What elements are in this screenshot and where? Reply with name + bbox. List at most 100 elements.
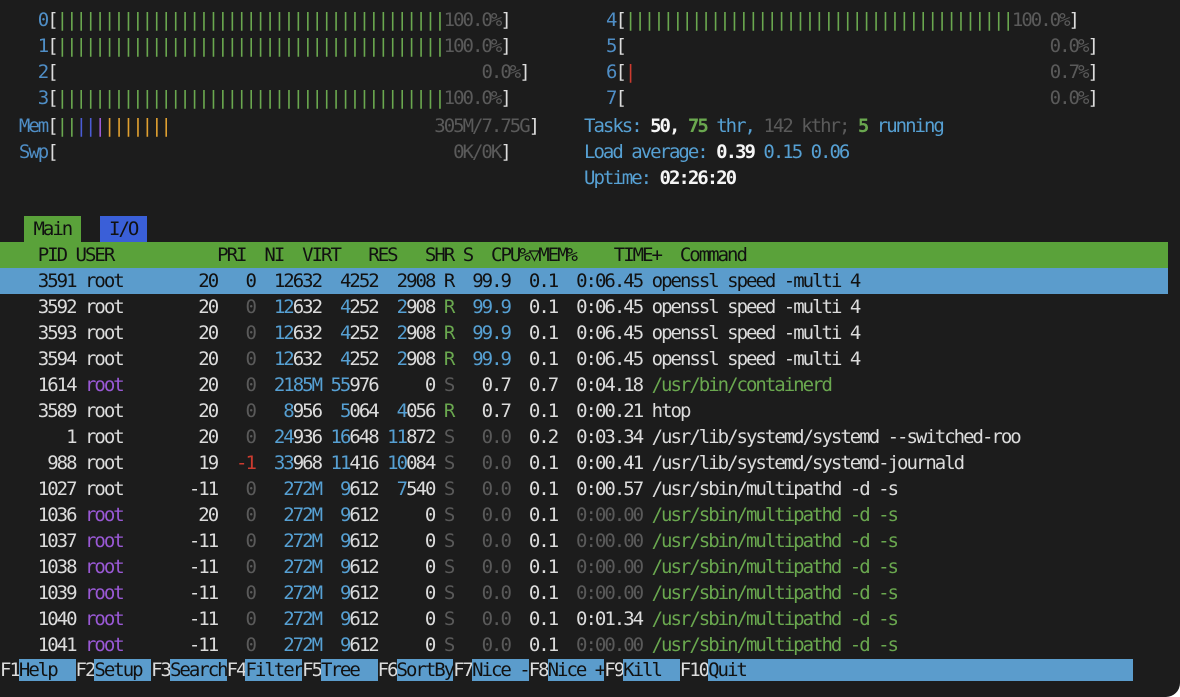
fkey-key: F10 [679, 659, 710, 681]
virt-cell: 272M [283, 582, 323, 604]
res-cell: 9612 [339, 530, 380, 552]
fkey-kill-button[interactable]: F9Kill [604, 659, 680, 681]
pri-cell: -11 [179, 634, 219, 656]
virt-cell: 272M [283, 608, 323, 630]
cpu-cell: 0.0 [462, 426, 512, 448]
res-cell: 9612 [339, 556, 380, 578]
tab-main[interactable]: Main [24, 216, 81, 242]
res-cell: 4252 [339, 296, 380, 318]
shr-cell: 10084 [387, 452, 436, 474]
process-row[interactable]: 1037 root -11 0 272M 9612 0 S 0.0 0.1 0:… [0, 528, 899, 554]
user-cell: root [84, 530, 170, 552]
res-cell: 11416 [330, 452, 380, 474]
fkey-quit-button[interactable]: F10Quit [680, 659, 765, 681]
process-row[interactable]: 3594 root 20 0 12632 4252 2908 R 99.9 0.… [0, 346, 862, 372]
fkey-search-button[interactable]: F3Search [151, 659, 229, 681]
process-row[interactable]: 1041 root -11 0 272M 9612 0 S 0.0 0.1 0:… [0, 632, 899, 658]
time-cell: 0:00.00 [566, 634, 644, 656]
col-user[interactable]: USER [76, 244, 116, 266]
process-row[interactable]: 1039 root -11 0 272M 9612 0 S 0.0 0.1 0:… [0, 580, 899, 606]
process-table-header[interactable]: PID USER PRI NI VIRT RES SHR S CPU%▽MEM%… [0, 242, 1168, 268]
ni-cell: 0 [226, 504, 256, 526]
state-cell: R [443, 270, 456, 292]
function-key-bar: F1Help F2Setup F3SearchF4FilterF5Tree F6… [0, 657, 1133, 683]
user-cell: root [84, 296, 170, 318]
col-mem[interactable]: MEM% [538, 244, 578, 266]
user-cell: root [84, 374, 170, 396]
pid-cell: 1041 [0, 634, 78, 656]
tab-io[interactable]: I/O [99, 216, 147, 242]
col-s[interactable]: S [463, 244, 475, 266]
cpu-cell: 99.9 [462, 348, 512, 370]
process-row[interactable]: 3592 root 20 0 12632 4252 2908 R 99.9 0.… [0, 294, 862, 320]
pri-cell: 19 [179, 452, 219, 474]
pri-cell: 20 [179, 426, 219, 448]
mem-cell: 0.2 [519, 426, 559, 448]
ni-cell: 0 [226, 296, 256, 318]
process-row[interactable]: 988 root 19 -1 33968 11416 10084 S 0.0 0… [0, 450, 965, 476]
fkey-nice-button[interactable]: F8Nice + [529, 659, 606, 681]
col-cpu[interactable]: CPU%▽ [491, 244, 540, 266]
command-cell: /usr/sbin/multipathd -d -s [651, 556, 899, 578]
process-row[interactable]: 1 root 20 0 24936 16648 11872 S 0.0 0.2 … [0, 424, 1022, 450]
fkey-help-button[interactable]: F1Help [0, 659, 76, 681]
state-cell: S [443, 608, 456, 630]
process-row[interactable]: 1027 root -11 0 272M 9612 7540 S 0.0 0.1… [0, 476, 899, 502]
process-row[interactable]: 1040 root -11 0 272M 9612 0 S 0.0 0.1 0:… [0, 606, 899, 632]
fkey-label: Quit [708, 659, 765, 681]
pid-cell: 1 [0, 426, 77, 448]
fkey-sortby-button[interactable]: F6SortBy [378, 659, 455, 681]
cpu-meter-1: 1[||||||||||||||||||||||||||||||||||||||… [37, 35, 512, 57]
shr-cell: 0 [387, 556, 436, 578]
process-row[interactable]: 1036 root 20 0 272M 9612 0 S 0.0 0.1 0:0… [0, 502, 899, 528]
process-row[interactable]: 3589 root 20 0 8956 5064 4056 R 0.7 0.1 … [0, 398, 692, 424]
fkey-label: Search [169, 659, 229, 681]
fkey-filter-button[interactable]: F4Filter [227, 659, 304, 681]
user-cell: root [84, 452, 170, 474]
process-row-selected[interactable]: 3591 root 20 0 12632 4252 2908 R 99.9 0.… [0, 268, 1168, 294]
process-row[interactable]: 1614 root 20 0 2185M 55976 0 S 0.7 0.7 0… [0, 372, 833, 398]
col-shr[interactable]: SHR [425, 244, 455, 266]
shr-cell: 0 [387, 634, 436, 656]
mem-meter: Mem[|||||||||||| 305M/7.75G] [18, 115, 540, 137]
ni-cell: 0 [226, 582, 256, 604]
user-cell: root [84, 270, 170, 292]
command-cell: /usr/lib/systemd/systemd-journald [651, 452, 965, 474]
pid-cell: 1614 [0, 374, 78, 396]
res-cell: 4252 [339, 270, 380, 292]
process-row[interactable]: 1038 root -11 0 272M 9612 0 S 0.0 0.1 0:… [0, 554, 899, 580]
time-cell: 0:03.34 [566, 426, 644, 448]
fkey-nice-button[interactable]: F7Nice - [453, 659, 531, 681]
col-res[interactable]: RES [368, 244, 398, 266]
pid-cell: 3591 [0, 270, 78, 292]
col-command[interactable]: Command [680, 244, 748, 266]
pri-cell: -11 [179, 556, 219, 578]
res-cell: 4252 [339, 348, 380, 370]
col-pid[interactable]: PID [38, 244, 68, 266]
ni-cell: 0 [226, 478, 256, 500]
cpu-bar-fill: ||||||||||||||||||||||||||||||||||||||||… [56, 9, 446, 31]
pri-cell: -11 [179, 608, 219, 630]
cpu-cell: 0.0 [462, 634, 512, 656]
col-ni[interactable]: NI [264, 244, 285, 266]
virt-cell: 12632 [273, 322, 323, 344]
fkey-tree-button[interactable]: F5Tree [302, 659, 378, 681]
pid-cell: 1027 [0, 478, 78, 500]
pri-cell: 20 [179, 504, 219, 526]
cpu-cell: 99.9 [462, 296, 512, 318]
res-cell: 16648 [330, 426, 380, 448]
col-pri[interactable]: PRI [217, 244, 247, 266]
fkey-setup-button[interactable]: F2Setup [76, 659, 152, 681]
col-virt[interactable]: VIRT [302, 244, 342, 266]
pri-cell: -11 [179, 582, 219, 604]
user-cell: root [84, 478, 170, 500]
shr-cell: 0 [387, 530, 436, 552]
process-row[interactable]: 3593 root 20 0 12632 4252 2908 R 99.9 0.… [0, 320, 862, 346]
pid-cell: 3593 [0, 322, 78, 344]
col-time[interactable]: TIME+ [614, 244, 663, 266]
pid-cell: 1040 [0, 608, 78, 630]
virt-cell: 8956 [283, 400, 323, 422]
state-cell: S [443, 426, 456, 448]
mem-cell: 0.1 [519, 270, 559, 292]
ni-cell: 0 [226, 608, 256, 630]
